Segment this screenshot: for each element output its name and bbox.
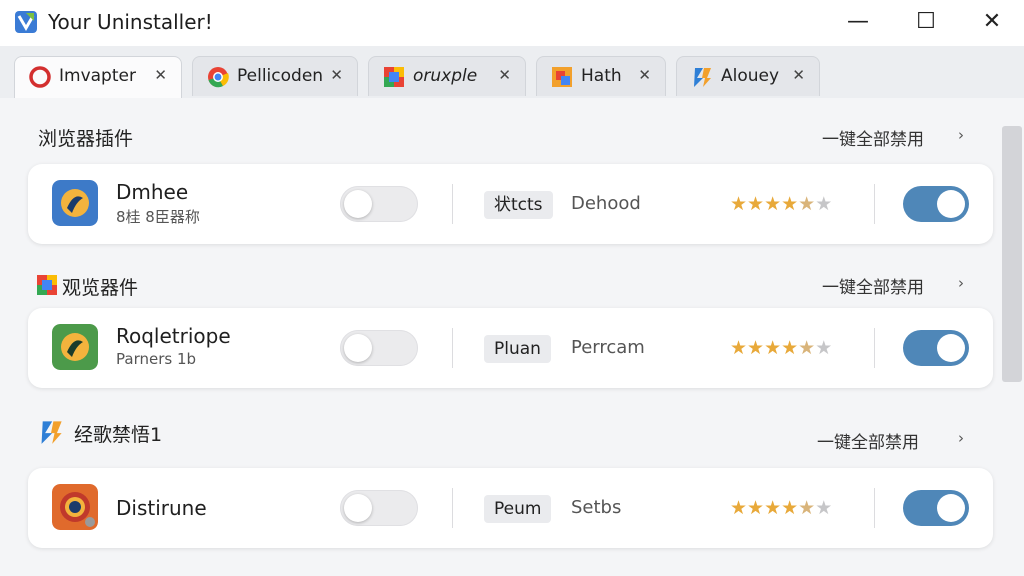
app-title: Your Uninstaller! [48,10,213,34]
plugin-card: Roqletriope Parners 1b Pluan Perrcam ★★★… [28,308,993,388]
chevron-right-icon[interactable]: › [958,274,964,292]
section-title: 观览器件 [62,277,139,299]
close-tab-icon[interactable]: ✕ [330,66,343,84]
status-badge: Peum [484,495,552,523]
plugin-icon [52,484,98,530]
section-title: 浏览器插件 [38,128,134,150]
enable-toggle[interactable] [903,186,969,222]
edge-icon [41,421,62,444]
toggle-switch-off[interactable] [340,186,418,222]
minimize-button[interactable]: — [838,8,878,36]
title-bar: Your Uninstaller! — ☐ ✕ [0,0,1024,46]
toggle-switch-off[interactable] [340,490,418,526]
tab-label: Imvapter [59,66,136,86]
status-text: Perrcam [571,337,645,358]
status-text: Dehood [571,193,641,214]
close-tab-icon[interactable]: ✕ [498,66,511,84]
enable-toggle[interactable] [903,490,969,526]
tab-label: Alouey [721,66,780,86]
enable-toggle[interactable] [903,330,969,366]
plugin-name: Roqletriope [116,324,231,348]
tab-hath[interactable]: Hath ✕ [536,56,666,96]
toggle-switch-off[interactable] [340,330,418,366]
opera-icon [29,66,51,88]
disable-all-button[interactable]: 一键全部禁用 [822,273,924,298]
puzzle-icon [552,67,572,87]
plugin-subtitle: Parners 1b [116,350,197,368]
status-badge: 状tcts [484,191,553,219]
disable-all-button[interactable]: 一键全部禁用 [817,428,919,453]
divider [452,488,453,528]
close-button[interactable]: ✕ [972,8,1012,36]
tab-label: Pellicoden [237,66,324,86]
divider [874,184,875,224]
chrome-icon [384,67,404,87]
plugin-name: Dmhee [116,180,189,204]
app-logo-icon [15,11,37,33]
close-tab-icon[interactable]: ✕ [792,66,805,84]
divider [874,328,875,368]
tab-label: oruxple [413,66,478,86]
plugin-card: Distirune Peum Setbs ★★★★★★ [28,468,993,548]
divider [874,488,875,528]
maximize-button[interactable]: ☐ [906,8,946,36]
tab-strip: Imvapter ✕ Pellicoden ✕ oruxple ✕ Hath ✕… [0,46,1024,99]
divider [452,184,453,224]
divider [452,328,453,368]
edge-icon [694,68,711,87]
rating-stars: ★★★★★★ [730,337,833,359]
chrome-icon [37,275,57,295]
chevron-right-icon[interactable]: › [958,429,964,447]
section-title: 经歌禁悟1 [74,424,163,446]
plugin-card: Dmhee 8桂 8臣器称 状tcts Dehood ★★★★★★ [28,164,993,244]
plugin-icon [52,324,98,370]
rating-stars: ★★★★★★ [730,497,833,519]
status-badge: Pluan [484,335,551,363]
chrome-icon [208,67,229,88]
tab-oruxple[interactable]: oruxple ✕ [368,56,526,96]
chevron-right-icon[interactable]: › [958,126,964,144]
close-tab-icon[interactable]: ✕ [638,66,651,84]
plugin-icon [52,180,98,226]
tab-imvapter[interactable]: Imvapter ✕ [14,56,182,99]
tab-label: Hath [581,66,622,86]
rating-stars: ★★★★★★ [730,193,833,215]
main-content: 浏览器插件 一键全部禁用 › Dmhee 8桂 8臣器称 状tcts Dehoo… [0,98,1024,576]
scrollbar-thumb[interactable] [1002,126,1022,382]
close-tab-icon[interactable]: ✕ [154,66,167,84]
plugin-name: Distirune [116,496,207,520]
plugin-subtitle: 8桂 8臣器称 [116,208,200,226]
tab-alouey[interactable]: Alouey ✕ [676,56,820,96]
status-text: Setbs [571,497,622,518]
disable-all-button[interactable]: 一键全部禁用 [822,125,924,150]
tab-pellicoden[interactable]: Pellicoden ✕ [192,56,358,96]
